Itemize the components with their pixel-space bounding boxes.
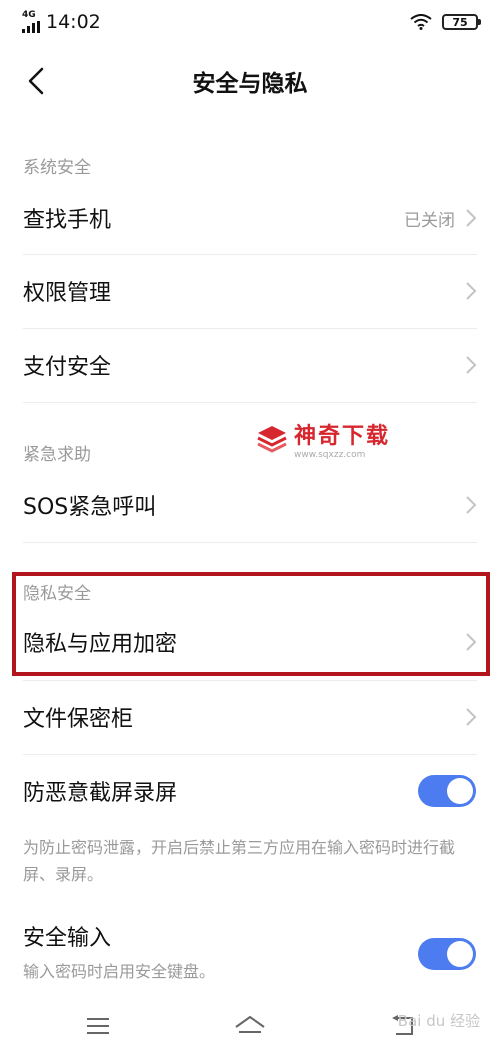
- status-time: 14:02: [46, 11, 101, 33]
- battery-icon: 75: [442, 14, 481, 30]
- status-right: 75: [410, 14, 481, 30]
- status-bar: 4G 14:02 75: [0, 0, 500, 44]
- find-phone-item[interactable]: 查找手机 已关闭: [0, 182, 500, 254]
- chevron-right-icon: [466, 209, 477, 227]
- chevron-right-icon: [466, 496, 477, 514]
- privacy-app-encryption-item[interactable]: 隐私与应用加密: [0, 606, 500, 678]
- sos-emergency-call-label: SOS紧急呼叫: [23, 495, 157, 520]
- watermark-url: www.sqxzz.com: [294, 450, 366, 460]
- section-label-privacy-security: 隐私安全: [23, 584, 91, 604]
- permission-management-label: 权限管理: [23, 281, 112, 306]
- title-bar: 安全与隐私: [0, 44, 500, 118]
- file-safe-item[interactable]: 文件保密柜: [0, 681, 500, 753]
- divider: [23, 402, 477, 403]
- chevron-right-icon: [466, 633, 477, 651]
- status-left: 4G 14:02: [22, 11, 101, 33]
- payment-security-label: 支付安全: [23, 355, 112, 380]
- baidu-watermark: Bai du 经验: [397, 1012, 480, 1030]
- permission-management-item[interactable]: 权限管理: [0, 255, 500, 327]
- chevron-right-icon: [466, 282, 477, 300]
- sos-emergency-call-item[interactable]: SOS紧急呼叫: [0, 469, 500, 541]
- chevron-right-icon: [466, 708, 477, 726]
- page-title: 安全与隐私: [192, 71, 308, 97]
- back-arrow-icon[interactable]: [22, 66, 52, 96]
- secure-input-label: 安全输入: [23, 926, 112, 951]
- anti-screen-capture-description: 为防止密码泄露，开启后禁止第三方应用在输入密码时进行截屏、录屏。: [23, 838, 456, 884]
- watermark-logo-icon: [257, 426, 287, 453]
- battery-level: 75: [452, 15, 468, 29]
- section-label-system-security: 系统安全: [23, 158, 91, 178]
- wifi-icon: [410, 14, 432, 30]
- divider: [23, 542, 477, 543]
- secure-input-description: 输入密码时启用安全键盘。: [23, 962, 216, 981]
- anti-screen-capture-toggle[interactable]: [418, 775, 476, 807]
- chevron-right-icon: [466, 356, 477, 374]
- anti-screen-capture-label: 防恶意截屏录屏: [23, 781, 178, 806]
- toggle-knob: [447, 778, 473, 804]
- payment-security-item[interactable]: 支付安全: [0, 329, 500, 401]
- home-icon[interactable]: [233, 1012, 267, 1040]
- file-safe-label: 文件保密柜: [23, 707, 134, 732]
- menu-icon[interactable]: [81, 1012, 115, 1040]
- signal-icon: 4G: [22, 11, 40, 33]
- find-phone-status: 已关闭: [404, 210, 455, 231]
- privacy-app-encryption-label: 隐私与应用加密: [23, 632, 178, 657]
- network-type: 4G: [22, 10, 36, 20]
- find-phone-label: 查找手机: [23, 208, 112, 233]
- section-label-emergency: 紧急求助: [23, 445, 91, 465]
- watermark-name: 神奇下载: [294, 424, 391, 449]
- watermark: 神奇下载 www.sqxzz.com: [256, 418, 390, 460]
